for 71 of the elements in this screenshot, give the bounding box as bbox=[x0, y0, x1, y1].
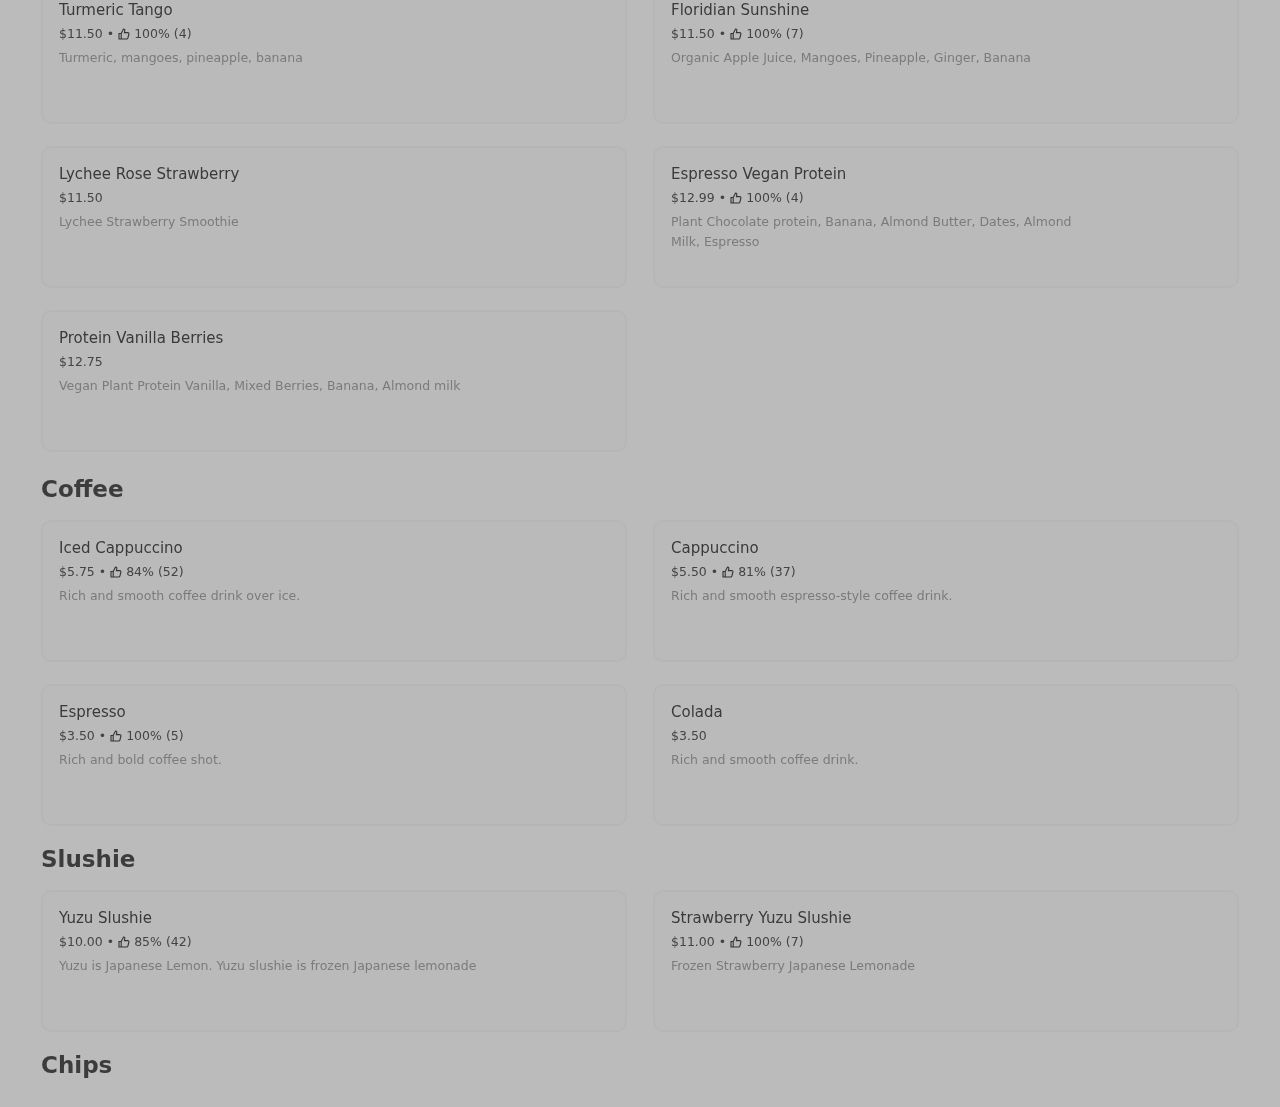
item-name: Iced Cappuccino bbox=[59, 538, 184, 558]
item-price: $11.00 bbox=[671, 933, 715, 951]
menu-item-card[interactable]: Strawberry Yuzu Slushie $11.00 • 100% (7) Frozen Strawberry Japanese Lemonade bbox=[653, 890, 1239, 1032]
menu-item-card[interactable]: Lychee Rose Strawberry $11.50 Lychee Strawberry Smoothie bbox=[41, 146, 627, 288]
item-price: $5.50 bbox=[671, 563, 707, 581]
menu-item-card[interactable]: Iced Cappuccino $5.75 • 84% (52) Rich and smooth coffee drink over ice. bbox=[41, 520, 627, 662]
item-price: $12.75 bbox=[59, 353, 103, 371]
item-description: Organic Apple Juice, Mangoes, Pineapple, Ginger, Banana bbox=[671, 49, 1033, 67]
separator-dot: • bbox=[718, 25, 727, 43]
thumbs-up-icon bbox=[730, 28, 743, 40]
item-name: Lychee Rose Strawberry bbox=[59, 164, 241, 184]
item-description: Rich and smooth coffee drink. bbox=[671, 751, 860, 769]
item-rating: 85% (42) bbox=[134, 933, 192, 951]
menu-item-card[interactable]: Floridian Sunshine $11.50 • 100% (7) Organic Apple Juice, Mangoes, Pineapple, Ginger, Banana bbox=[653, 0, 1239, 124]
item-price: $3.50 bbox=[671, 727, 707, 745]
separator-dot: • bbox=[98, 727, 107, 745]
separator-dot: • bbox=[106, 933, 115, 951]
item-description: Rich and bold coffee shot. bbox=[59, 751, 223, 769]
item-name: Colada bbox=[671, 702, 724, 722]
item-name: Protein Vanilla Berries bbox=[59, 328, 225, 348]
item-rating: 84% (52) bbox=[126, 563, 184, 581]
menu-item-card[interactable]: Colada $3.50 Rich and smooth coffee drink. bbox=[653, 684, 1239, 826]
item-description: Plant Chocolate protein, Banana, Almond Butter, Dates, Almond Milk, Espresso bbox=[671, 213, 1073, 251]
item-description: Turmeric, mangoes, pineapple, banana bbox=[59, 49, 304, 67]
menu-item-card[interactable]: Espresso $3.50 • 100% (5) Rich and bold coffee shot. bbox=[41, 684, 627, 826]
item-price: $11.50 bbox=[59, 189, 103, 207]
item-description: Frozen Strawberry Japanese Lemonade bbox=[671, 957, 917, 975]
thumbs-up-icon bbox=[118, 936, 131, 948]
item-rating: 100% (5) bbox=[126, 727, 184, 745]
item-rating: 100% (4) bbox=[134, 25, 192, 43]
item-rating: 100% (4) bbox=[746, 189, 804, 207]
item-rating: 100% (7) bbox=[746, 933, 804, 951]
separator-dot: • bbox=[710, 563, 719, 581]
menu-item-card[interactable]: Protein Vanilla Berries $12.75 Vegan Plant Protein Vanilla, Mixed Berries, Banana, Almond milk bbox=[41, 310, 627, 452]
menu-item-card[interactable]: Espresso Vegan Protein $12.99 • 100% (4) Plant Chocolate protein, Banana, Almond Butter, Dates, Almond Milk, Espresso bbox=[653, 146, 1239, 288]
section-heading: Coffee bbox=[41, 475, 125, 504]
thumbs-up-icon bbox=[722, 566, 735, 578]
item-description: Rich and smooth coffee drink over ice. bbox=[59, 587, 302, 605]
section-heading: Chips bbox=[41, 1051, 114, 1080]
thumbs-up-icon bbox=[730, 936, 743, 948]
item-name: Espresso Vegan Protein bbox=[671, 164, 848, 184]
item-price: $11.50 bbox=[59, 25, 103, 43]
item-price: $12.99 bbox=[671, 189, 715, 207]
item-name: Cappuccino bbox=[671, 538, 760, 558]
item-name: Floridian Sunshine bbox=[671, 0, 811, 20]
item-name: Strawberry Yuzu Slushie bbox=[671, 908, 853, 928]
item-description: Yuzu is Japanese Lemon. Yuzu slushie is frozen Japanese lemonade bbox=[59, 957, 478, 975]
item-price: $5.75 bbox=[59, 563, 95, 581]
separator-dot: • bbox=[106, 25, 115, 43]
thumbs-up-icon bbox=[110, 566, 123, 578]
thumbs-up-icon bbox=[110, 730, 123, 742]
item-price: $3.50 bbox=[59, 727, 95, 745]
menu-item-card[interactable]: Yuzu Slushie $10.00 • 85% (42) Yuzu is Japanese Lemon. Yuzu slushie is frozen Japanese lemonade bbox=[41, 890, 627, 1032]
item-rating: 100% (7) bbox=[746, 25, 804, 43]
item-name: Espresso bbox=[59, 702, 127, 722]
item-name: Turmeric Tango bbox=[59, 0, 174, 20]
separator-dot: • bbox=[718, 933, 727, 951]
thumbs-up-icon bbox=[118, 28, 131, 40]
thumbs-up-icon bbox=[730, 192, 743, 204]
menu-item-card[interactable]: Turmeric Tango $11.50 • 100% (4) Turmeric, mangoes, pineapple, banana bbox=[41, 0, 627, 124]
item-description: Vegan Plant Protein Vanilla, Mixed Berries, Banana, Almond milk bbox=[59, 377, 462, 395]
section-heading: Slushie bbox=[41, 845, 137, 874]
item-name: Yuzu Slushie bbox=[59, 908, 153, 928]
item-description: Rich and smooth espresso-style coffee drink. bbox=[671, 587, 954, 605]
menu-item-card[interactable]: Cappuccino $5.50 • 81% (37) Rich and smooth espresso-style coffee drink. bbox=[653, 520, 1239, 662]
item-price: $11.50 bbox=[671, 25, 715, 43]
separator-dot: • bbox=[718, 189, 727, 207]
item-description: Lychee Strawberry Smoothie bbox=[59, 213, 240, 231]
item-rating: 81% (37) bbox=[738, 563, 796, 581]
separator-dot: • bbox=[98, 563, 107, 581]
item-price: $10.00 bbox=[59, 933, 103, 951]
